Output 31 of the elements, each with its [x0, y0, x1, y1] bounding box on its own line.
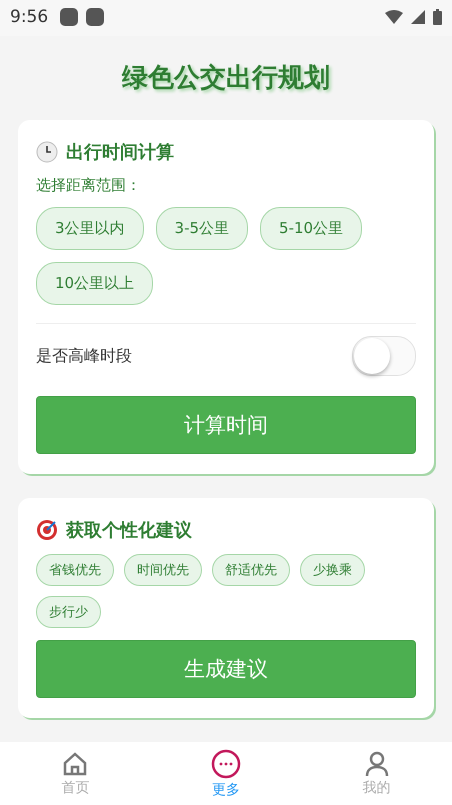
peak-label: 是否高峰时段	[36, 346, 132, 366]
person-icon	[364, 750, 390, 776]
target-icon	[36, 519, 58, 541]
clock-icon	[36, 141, 58, 163]
peak-toggle[interactable]	[352, 336, 416, 376]
preference-option[interactable]: 时间优先	[124, 554, 202, 586]
preference-option[interactable]: 省钱优先	[36, 554, 114, 586]
generate-button[interactable]: 生成建议	[36, 640, 416, 698]
distance-option[interactable]: 3-5公里	[156, 207, 248, 250]
distance-option[interactable]: 5-10公里	[260, 207, 362, 250]
distance-option[interactable]: 10公里以上	[36, 262, 154, 305]
preference-option[interactable]: 少换乘	[300, 554, 365, 586]
home-icon	[62, 750, 88, 776]
preference-option[interactable]: 舒适优先	[212, 554, 290, 586]
preference-option[interactable]: 步行少	[36, 596, 101, 628]
notification-icon	[86, 8, 104, 26]
page-title: 绿色公交出行规划	[120, 62, 331, 95]
nav-tab[interactable]: 更多	[150, 742, 302, 805]
nav-tab[interactable]: 首页	[0, 742, 151, 805]
signal-icon	[411, 10, 425, 24]
more-icon	[211, 748, 241, 778]
nav-tab[interactable]: 我的	[301, 742, 452, 805]
distance-option[interactable]: 3公里以内	[36, 207, 144, 250]
battery-icon	[433, 9, 442, 25]
card-heading: 获取个性化建议	[66, 519, 192, 542]
card-heading: 出行时间计算	[66, 141, 174, 164]
calculate-button[interactable]: 计算时间	[36, 396, 416, 454]
status-time: 9:56	[10, 7, 48, 27]
distance-prompt: 选择距离范围：	[36, 176, 142, 195]
notification-icon	[60, 8, 78, 26]
wifi-icon	[385, 10, 403, 24]
